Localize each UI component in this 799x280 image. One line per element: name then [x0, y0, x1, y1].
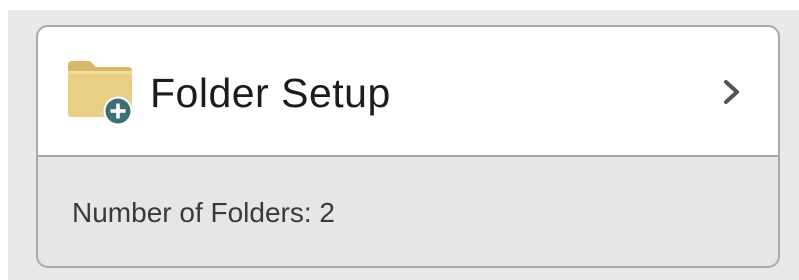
screen: Folder Setup Number of Folders: 2	[0, 0, 799, 280]
folder-count-text: Number of Folders: 2	[72, 196, 335, 230]
folder-setup-row[interactable]: Folder Setup	[38, 27, 778, 157]
folder-count-label: Number of Folders:	[72, 197, 320, 228]
chevron-right-icon	[721, 79, 743, 105]
folder-setup-card: Folder Setup Number of Folders: 2	[36, 25, 780, 268]
folder-count-value: 2	[319, 197, 335, 228]
left-strip	[0, 0, 8, 280]
folder-add-icon	[66, 55, 138, 127]
top-strip	[0, 0, 799, 10]
folder-count-row: Number of Folders: 2	[38, 157, 778, 266]
folder-setup-title: Folder Setup	[150, 70, 391, 116]
